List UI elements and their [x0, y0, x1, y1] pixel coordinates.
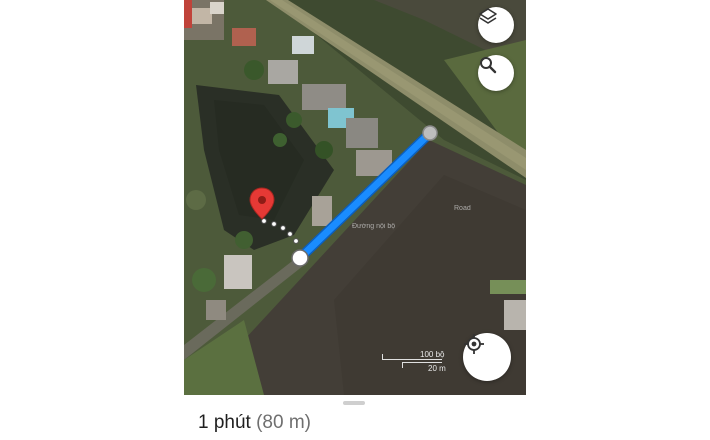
layers-icon: [479, 8, 497, 24]
route-start-point: [291, 249, 309, 267]
route-end-point: [422, 125, 438, 141]
layers-button[interactable]: [478, 7, 514, 43]
map-place-label: Road: [454, 205, 471, 212]
sheet-drag-handle[interactable]: [343, 401, 365, 405]
route-summary-sheet[interactable]: 1 phút (80 m): [184, 395, 526, 440]
my-location-button[interactable]: [463, 333, 511, 381]
satellite-map[interactable]: Road Đường nội bộ 100 bộ 20 m: [184, 0, 526, 395]
scale-bar: 100 bộ 20 m: [382, 350, 458, 376]
search-icon: [480, 57, 497, 74]
route-summary: 1 phút (80 m): [198, 412, 311, 434]
phone-screen: Road Đường nội bộ 100 bộ 20 m 1 phút (80…: [184, 0, 526, 440]
route-distance: (80 m): [256, 412, 312, 433]
route-duration: 1 phút: [198, 412, 251, 433]
search-button[interactable]: [478, 55, 514, 91]
scale-label-meters: 20 m: [428, 364, 446, 373]
scale-label-feet: 100 bộ: [420, 350, 445, 359]
map-place-label-2: Đường nội bộ: [352, 223, 395, 230]
my-location-icon: [464, 334, 484, 354]
